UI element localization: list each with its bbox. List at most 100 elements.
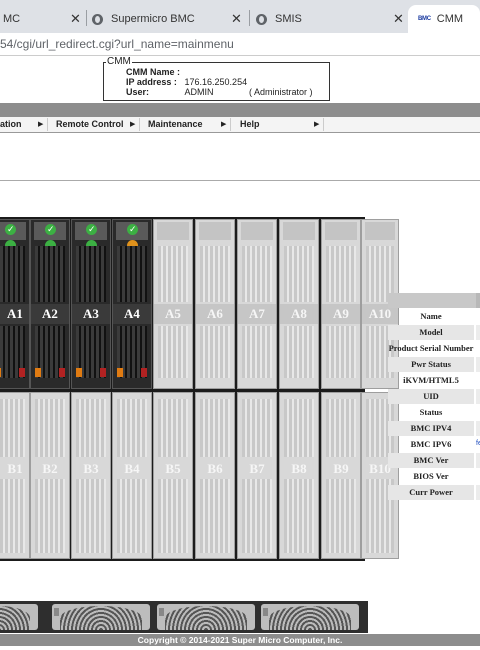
tab-smis[interactable]: SMIS ✕ [256,5,406,33]
close-icon[interactable]: ✕ [393,11,404,27]
tab-divider [249,10,250,26]
chassis-view: ✓ A1 ✓ A2 ✓ A3 ✓ A4 A5 A6 A7 A8 A9 A10 B1 B2 B3 B4 B5 B6 B7… [0,217,399,561]
blade-slot-b6[interactable]: B6 [195,392,235,559]
fan-module[interactable] [52,604,150,630]
blade-slot-b7[interactable]: B7 [237,392,277,559]
menu-configuration[interactable]: ation [0,119,22,129]
fan-module[interactable] [157,604,255,630]
fan-icon [269,606,351,630]
property-label: Model [388,325,474,340]
blade-slot-b5[interactable]: B5 [153,392,193,559]
blade-slot-a3[interactable]: ✓ A3 [71,219,111,389]
blade-slot-b2[interactable]: B2 [30,392,70,559]
blade-slot-a8[interactable]: A8 [279,219,319,389]
bmc-ipv6-link[interactable]: fe [476,440,480,447]
blade-vent-bottom [0,479,25,553]
blade-slot-a5[interactable]: A5 [153,219,193,389]
blade-slot-a7[interactable]: A7 [237,219,277,389]
property-value [476,357,480,372]
property-label: Curr Power [388,485,474,500]
header-band [0,103,480,117]
blade-vent-bottom [200,479,230,553]
blade-vent-bottom [35,479,65,553]
globe-icon [92,13,103,25]
address-bar[interactable]: 54/cgi/url_redirect.cgi?url_name=mainmen… [0,33,480,56]
blade-slot-b8[interactable]: B8 [279,392,319,559]
blade-vent-top [76,246,106,302]
blade-vent-top [200,399,230,457]
blade-slot-a1[interactable]: ✓ A1 [0,219,30,389]
globe-icon [256,13,267,25]
url-text[interactable]: 54/cgi/url_redirect.cgi?url_name=mainmen… [0,37,234,51]
footer-copyright: Copyright © 2014-2021 Super Micro Comput… [0,634,480,646]
close-icon[interactable]: ✕ [70,11,81,27]
blade-vent-bottom [200,326,230,378]
menu-remote-control[interactable]: Remote Control [56,119,124,129]
blade-label: B5 [165,461,181,476]
menu-arrow-icon: ▶ [314,121,320,128]
blade-label: A6 [207,306,223,321]
property-value [476,341,480,356]
property-row: iKVM/HTML5 [388,373,480,388]
property-label: Status [419,407,443,417]
blade-vent-top [326,399,356,457]
property-label: iKVM/HTML5 [403,375,459,385]
blade-vent-bottom [242,479,272,553]
blade-slot-b1[interactable]: B1 [0,392,30,559]
menu-help[interactable]: Help [240,119,260,129]
content-divider [0,180,480,181]
property-row: Model [388,325,480,340]
blade-slot-b4[interactable]: B4 [112,392,152,559]
fan-latch [263,608,268,616]
drive-tag-icon [19,368,25,377]
status-ok-icon: ✓ [5,224,16,235]
menu-arrow-icon: ▶ [130,121,136,128]
blade-label: B7 [249,461,265,476]
blade-vent-bottom [76,479,106,553]
property-label: Name [420,311,442,321]
blade-label: A3 [83,306,99,321]
blade-vent-top [0,399,25,457]
property-value [476,325,480,340]
blade-vent-top [117,399,147,457]
tab-title: CMM [436,13,464,25]
blade-label: B3 [83,461,99,476]
close-icon[interactable]: ✕ [231,11,242,27]
fan-module[interactable] [261,604,359,630]
fan-icon [165,606,247,630]
property-value [476,309,480,324]
blade-label: A5 [165,306,181,321]
blade-vent-top [284,399,314,457]
fan-module[interactable] [0,604,38,630]
menu-separator [47,118,48,131]
blade-slot-a6[interactable]: A6 [195,219,235,389]
property-row: BMC IPV6 fe [388,437,480,452]
fan-latch [54,608,59,616]
drive-tag-icon [141,368,147,377]
menu-maintenance[interactable]: Maintenance [148,119,203,129]
blade-slot-a9[interactable]: A9 [321,219,361,389]
property-label: BMC IPV6 [410,439,452,449]
property-value [476,485,480,500]
blade-label: A4 [124,306,140,321]
bmc-icon: BMC [418,16,431,22]
blade-slot-a4[interactable]: ✓ A4 [112,219,152,389]
blade-vent-bottom [158,479,188,553]
blade-vent-top [242,246,272,302]
blade-label: A9 [333,306,349,321]
tab-cmm[interactable]: BMC CMM [408,5,480,33]
blade-row-b: B1 B2 B3 B4 B5 B6 B7 B8 B9 B10 [0,392,399,559]
tab-mc[interactable]: MC ✕ [0,5,86,33]
drive-tag-icon [100,368,106,377]
menu-arrow-icon: ▶ [38,121,44,128]
blade-vent-top [0,246,25,302]
blade-slot-a2[interactable]: ✓ A2 [30,219,70,389]
blade-label: A1 [7,306,23,321]
tab-supermicro-bmc[interactable]: Supermicro BMC ✕ [92,5,250,33]
status-ok-icon: ✓ [45,224,56,235]
blade-slot-b3[interactable]: B3 [71,392,111,559]
blade-row-a: ✓ A1 ✓ A2 ✓ A3 ✓ A4 A5 A6 A7 A8 A9 A10 [0,219,399,389]
blade-top-plate [365,222,395,240]
blade-vent-top [35,246,65,302]
blade-slot-b9[interactable]: B9 [321,392,361,559]
